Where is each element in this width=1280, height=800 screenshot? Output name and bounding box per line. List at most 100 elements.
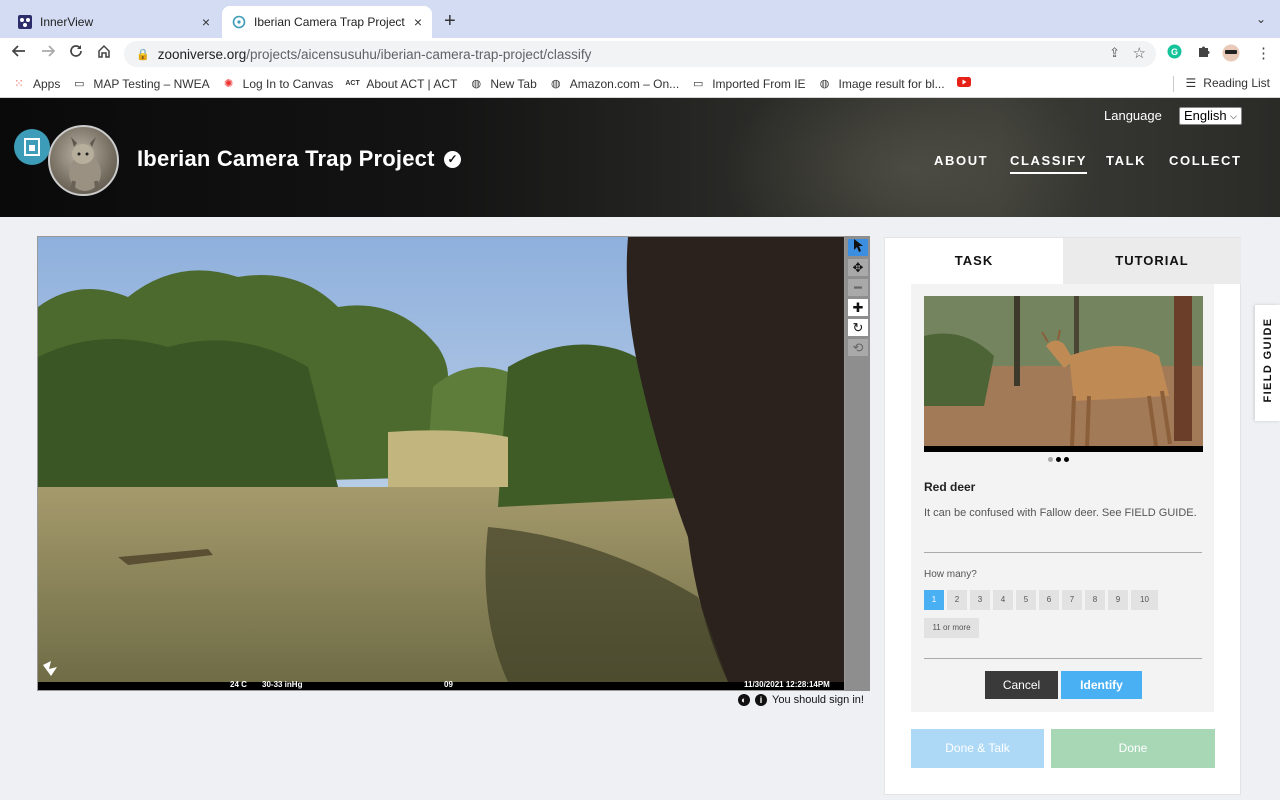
new-tab-button[interactable]: + — [444, 10, 456, 33]
language-label: Language — [1104, 108, 1162, 123]
globe-icon: ◍ — [819, 77, 830, 90]
reading-list-button[interactable]: ☰ Reading List — [1186, 76, 1270, 90]
youtube-icon — [956, 76, 971, 91]
contrast-icon[interactable]: ◐ — [738, 694, 750, 706]
count-button-10[interactable]: 10 — [1131, 590, 1158, 610]
reload-icon[interactable] — [69, 44, 83, 63]
nav-talk[interactable]: TALK — [1106, 153, 1146, 168]
bookmark-apps[interactable]: ⁙ Apps — [12, 77, 60, 91]
browser-toolbar: 🔒 zooniverse.org/projects/aicensusuhu/ib… — [0, 38, 1280, 70]
bookmark-map-testing[interactable]: ▭ MAP Testing – NWEA — [72, 77, 209, 91]
bookmark-imported-ie[interactable]: ▭ Imported From IE — [691, 77, 806, 91]
count-button-2[interactable]: 2 — [947, 590, 967, 610]
count-button-6[interactable]: 6 — [1039, 590, 1059, 610]
zooniverse-home-icon[interactable] — [14, 129, 50, 165]
grammarly-extension-icon[interactable]: G — [1167, 44, 1182, 63]
browser-tab-bar: InnerView × Iberian Camera Trap Project … — [0, 0, 1280, 38]
tab-search-chevron-icon[interactable]: ⌄ — [1256, 12, 1266, 26]
cancel-button[interactable]: Cancel — [985, 671, 1058, 699]
task-tabs: TASK TUTORIAL — [885, 238, 1241, 284]
globe-icon: ◍ — [550, 77, 561, 90]
pagination-dot[interactable] — [1056, 457, 1061, 462]
extensions-puzzle-icon[interactable] — [1196, 44, 1211, 63]
bookmark-star-icon[interactable]: ☆ — [1133, 44, 1146, 62]
image-toolbar: ✥ ━ ✚ ↻ ⟲ — [845, 236, 870, 691]
pagination-dot[interactable] — [1048, 457, 1053, 462]
innerview-favicon-icon — [18, 15, 32, 29]
apps-grid-icon: ⁙ — [14, 77, 24, 90]
done-button[interactable]: Done — [1051, 729, 1215, 768]
count-button-5[interactable]: 5 — [1016, 590, 1036, 610]
identify-button[interactable]: Identify — [1061, 671, 1142, 699]
info-datetime: 11/30/2021 12:28:14PM — [744, 680, 830, 689]
nav-collect[interactable]: COLLECT — [1169, 153, 1242, 168]
project-header: Iberian Camera Trap Project ✓ Language E… — [0, 98, 1280, 217]
url-host: zooniverse.org — [157, 46, 247, 62]
field-guide-label: FIELD GUIDE — [1262, 317, 1274, 403]
species-example-image[interactable] — [924, 296, 1203, 452]
chevron-down-icon: ⌵ — [1230, 111, 1237, 121]
bookmark-act[interactable]: ACT About ACT | ACT — [345, 77, 457, 91]
close-tab-icon[interactable]: × — [414, 14, 422, 30]
language-select[interactable]: English ⌵ — [1179, 107, 1242, 125]
count-button-7[interactable]: 7 — [1062, 590, 1082, 610]
forward-arrow-icon[interactable] — [41, 44, 56, 63]
browser-tab-innerview[interactable]: InnerView × — [8, 6, 220, 38]
how-many-label: How many? — [924, 569, 977, 580]
info-pressure: 30-33 inHg — [262, 680, 303, 689]
species-description: It can be confused with Fallow deer. See… — [924, 507, 1197, 519]
zoom-out-icon[interactable]: ━ — [848, 279, 868, 296]
lock-icon: 🔒 — [136, 48, 150, 61]
count-button-3[interactable]: 3 — [970, 590, 990, 610]
folder-icon: ▭ — [692, 77, 704, 90]
bookmark-new-tab[interactable]: ◍ New Tab — [469, 77, 537, 91]
tab-tutorial[interactable]: TUTORIAL — [1063, 238, 1241, 284]
reset-icon[interactable]: ⟲ — [848, 339, 868, 356]
language-value: English — [1184, 108, 1227, 123]
sign-in-text[interactable]: You should sign in! — [772, 694, 864, 706]
bookmark-youtube[interactable] — [956, 76, 978, 91]
done-and-talk-button[interactable]: Done & Talk — [911, 729, 1044, 768]
pointer-icon[interactable] — [848, 239, 868, 256]
divider — [924, 552, 1202, 553]
bookmark-label: MAP Testing – NWEA — [93, 76, 210, 91]
share-icon[interactable]: ⇪ — [1109, 45, 1120, 61]
bookmark-canvas[interactable]: ✺ Log In to Canvas — [222, 77, 333, 91]
pagination-dot[interactable] — [1064, 457, 1069, 462]
project-title[interactable]: Iberian Camera Trap Project — [137, 146, 435, 172]
field-guide-tab[interactable]: FIELD GUIDE — [1255, 305, 1280, 421]
sign-in-notice: ◐ i You should sign in! — [738, 694, 864, 706]
bookmarks-bar: ⁙ Apps ▭ MAP Testing – NWEA ✺ Log In to Can… — [0, 70, 1280, 98]
browser-tab-iberian[interactable]: Iberian Camera Trap Project » · × — [222, 6, 432, 38]
profile-avatar-icon[interactable] — [1222, 44, 1240, 66]
tab-task[interactable]: TASK — [885, 238, 1063, 284]
info-icon[interactable]: i — [755, 694, 767, 706]
count-button-9[interactable]: 9 — [1108, 590, 1128, 610]
project-avatar[interactable] — [48, 125, 119, 196]
address-bar[interactable]: 🔒 zooniverse.org/projects/aicensusuhu/ib… — [124, 41, 1156, 67]
back-arrow-icon[interactable] — [11, 44, 26, 63]
count-button-11-or-more[interactable]: 11 or more — [924, 618, 979, 638]
svg-text:G: G — [1171, 47, 1178, 57]
close-tab-icon[interactable]: × — [202, 14, 210, 30]
bookmark-image-result[interactable]: ◍ Image result for bl... — [818, 77, 945, 91]
zoom-in-icon[interactable]: ✚ — [848, 299, 868, 316]
nav-classify[interactable]: CLASSIFY — [1010, 153, 1088, 174]
count-button-1[interactable]: 1 — [924, 590, 944, 610]
tab-title: InnerView — [40, 15, 94, 29]
bookmark-amazon[interactable]: ◍ Amazon.com – On... — [549, 77, 679, 91]
count-button-8[interactable]: 8 — [1085, 590, 1105, 610]
species-name: Red deer — [924, 480, 976, 494]
nav-about[interactable]: ABOUT — [934, 153, 988, 168]
count-button-4[interactable]: 4 — [993, 590, 1013, 610]
rotate-icon[interactable]: ↻ — [848, 319, 868, 336]
info-temp: 24 C — [230, 680, 247, 689]
image-pagination[interactable] — [1048, 457, 1069, 462]
home-icon[interactable] — [97, 44, 111, 63]
bookmark-label: Image result for bl... — [838, 76, 945, 91]
act-icon: ACT — [345, 79, 360, 87]
subject-image[interactable]: 24 C 30-33 inHg 09 11/30/2021 12:28:14PM — [37, 236, 845, 691]
pan-icon[interactable]: ✥ — [848, 259, 868, 276]
browser-menu-icon[interactable]: ⋮ — [1256, 44, 1271, 62]
folder-icon: ▭ — [74, 77, 85, 90]
